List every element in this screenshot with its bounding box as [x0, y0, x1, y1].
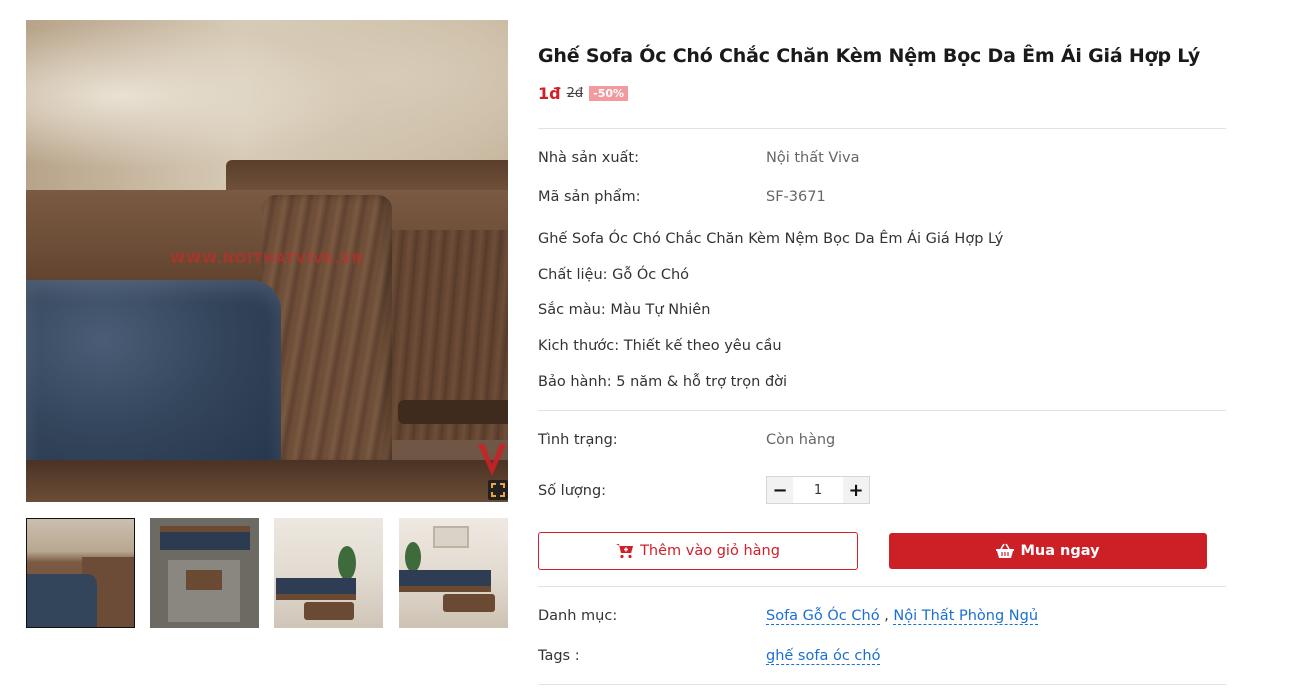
quantity-stepper: − +: [766, 476, 870, 504]
category-label: Danh mục:: [538, 608, 618, 624]
image-leather-cushion: [26, 280, 281, 480]
description-line: Sắc màu: Màu Tự Nhiên: [538, 302, 711, 318]
description-line: Bảo hành: 5 năm & hỗ trợ trọn đời: [538, 374, 788, 390]
thumbnail-3[interactable]: [274, 518, 383, 628]
divider: [538, 128, 1226, 129]
divider: [538, 410, 1226, 411]
sku-value: SF-3671: [766, 189, 826, 205]
quantity-label: Số lượng:: [538, 483, 607, 499]
quantity-input[interactable]: [793, 477, 843, 503]
basket-icon: [996, 543, 1015, 558]
thumbnail-strip: [26, 518, 508, 628]
buy-now-button[interactable]: Mua ngay: [889, 533, 1207, 569]
thumb-cushion: [27, 574, 97, 627]
description-line: Ghế Sofa Óc Chó Chắc Chăn Kèm Nệm Bọc Da…: [538, 231, 1004, 247]
thumbnail-4[interactable]: [399, 518, 508, 628]
thumb-table: [304, 602, 354, 620]
stock-value: Còn hàng: [766, 432, 836, 448]
product-main-image[interactable]: WWW.NOITHATVIVA.VN: [26, 20, 508, 502]
divider: [538, 684, 1226, 685]
thumb-plant: [338, 546, 356, 580]
category-link-bedroom[interactable]: Nội Thất Phòng Ngủ: [893, 608, 1039, 625]
old-price: 2đ: [566, 85, 584, 101]
image-watermark: WWW.NOITHATVIVA.VN: [170, 251, 364, 267]
current-price: 1đ: [538, 83, 561, 103]
cart-icon: [616, 544, 634, 559]
category-values: Sofa Gỗ Óc Chó , Nội Thất Phòng Ngủ: [766, 608, 1039, 625]
category-link-sofa[interactable]: Sofa Gỗ Óc Chó: [766, 608, 880, 625]
description-line: Chất liệu: Gỗ Óc Chó: [538, 267, 690, 283]
quantity-decrease-button[interactable]: −: [767, 477, 793, 503]
sku-label: Mã sản phẩm:: [538, 189, 641, 205]
image-base: [26, 460, 508, 502]
thumb-sofa: [276, 578, 356, 600]
thumb-table: [186, 570, 222, 590]
thumb-wall-art: [433, 526, 469, 548]
zoom-icon[interactable]: [488, 480, 508, 500]
description-line: Kich thước: Thiết kế theo yêu cầu: [538, 338, 782, 354]
thumb-sofa: [399, 570, 491, 592]
manufacturer-label: Nhà sản xuất:: [538, 150, 639, 166]
thumb-sofa: [160, 526, 250, 550]
divider: [538, 586, 1226, 587]
add-to-cart-label: Thêm vào giỏ hàng: [640, 543, 780, 559]
tags-label: Tags :: [538, 648, 580, 664]
tag-values: ghế sofa óc chó: [766, 648, 881, 665]
tag-link[interactable]: ghế sofa óc chó: [766, 648, 881, 665]
add-to-cart-button[interactable]: Thêm vào giỏ hàng: [538, 532, 858, 570]
thumb-table: [443, 594, 495, 612]
manufacturer-value: Nội thất Viva: [766, 150, 860, 166]
quantity-increase-button[interactable]: +: [843, 477, 869, 503]
image-panel-groove: [398, 400, 508, 424]
brand-logo-icon: [478, 444, 506, 476]
discount-badge: -50%: [589, 85, 629, 101]
buy-now-label: Mua ngay: [1020, 543, 1100, 559]
thumb-plant: [405, 542, 421, 572]
product-info: Ghế Sofa Óc Chó Chắc Chăn Kèm Nệm Bọc Da…: [538, 40, 1226, 104]
category-separator: ,: [884, 608, 889, 624]
price-row: 1đ 2đ -50%: [538, 82, 1226, 104]
stock-label: Tình trạng:: [538, 432, 618, 448]
product-title: Ghế Sofa Óc Chó Chắc Chăn Kèm Nệm Bọc Da…: [538, 45, 1201, 67]
image-armrest: [262, 195, 392, 465]
thumbnail-2[interactable]: [150, 518, 259, 628]
thumbnail-1[interactable]: [26, 518, 135, 628]
